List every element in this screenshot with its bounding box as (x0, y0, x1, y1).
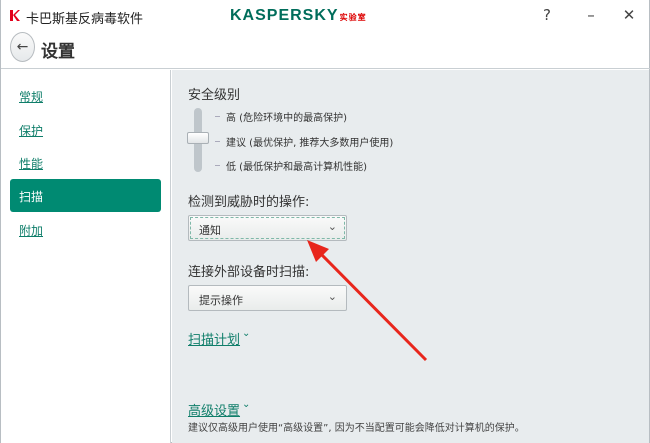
app-window: 卡巴斯基反病毒软件 KASPERSKY实验室 ? – ✕ ← 设置 常规 保护 … (0, 0, 650, 443)
annotation-arrow (307, 240, 428, 362)
arrow-shaft (317, 250, 428, 362)
